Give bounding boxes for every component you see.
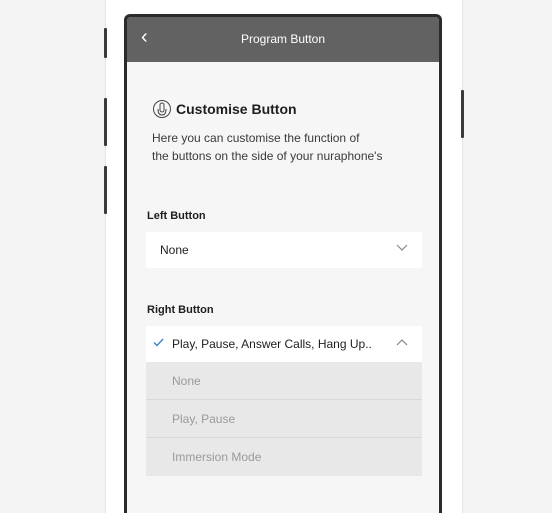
- phone-side-button: [461, 90, 464, 138]
- chevron-down-icon: [396, 244, 408, 251]
- page-title: Program Button: [240, 32, 326, 46]
- option-label: Immersion Mode: [172, 450, 262, 464]
- left-button-selected: None: [160, 243, 189, 257]
- top-bar: ‹ Program Button: [127, 17, 439, 62]
- phone-screen: ‹ Program Button Customise Button Here y…: [124, 14, 442, 513]
- dropdown-option-none[interactable]: None: [146, 362, 422, 400]
- option-label: Play, Pause: [172, 412, 236, 426]
- app-content: ‹ Program Button Customise Button Here y…: [127, 17, 439, 513]
- section-title: Customise Button: [176, 101, 297, 117]
- dropdown-option-play-pause[interactable]: Play, Pause: [146, 400, 422, 438]
- description-line: the buttons on the side of your nuraphon…: [152, 149, 383, 163]
- section-description: Here you can customise the function of t…: [152, 129, 422, 165]
- chevron-up-icon: [396, 339, 408, 346]
- left-button-dropdown[interactable]: None: [146, 232, 422, 268]
- background-right: [463, 0, 552, 513]
- right-button-label: Right Button: [147, 304, 214, 316]
- background-left: [0, 0, 105, 513]
- right-button-dropdown[interactable]: Play, Pause, Answer Calls, Hang Up..: [146, 326, 422, 362]
- phone-side-button: [104, 166, 107, 214]
- phone-side-button: [104, 28, 107, 58]
- button-hand-icon: [153, 100, 171, 118]
- description-line: Here you can customise the function of: [152, 131, 360, 145]
- left-button-label: Left Button: [147, 210, 206, 222]
- checkmark-icon: [153, 338, 164, 347]
- right-button-selected: Play, Pause, Answer Calls, Hang Up..: [172, 337, 372, 351]
- phone-side-button: [104, 98, 107, 146]
- option-label: None: [172, 374, 201, 388]
- dropdown-option-immersion-mode[interactable]: Immersion Mode: [146, 438, 422, 476]
